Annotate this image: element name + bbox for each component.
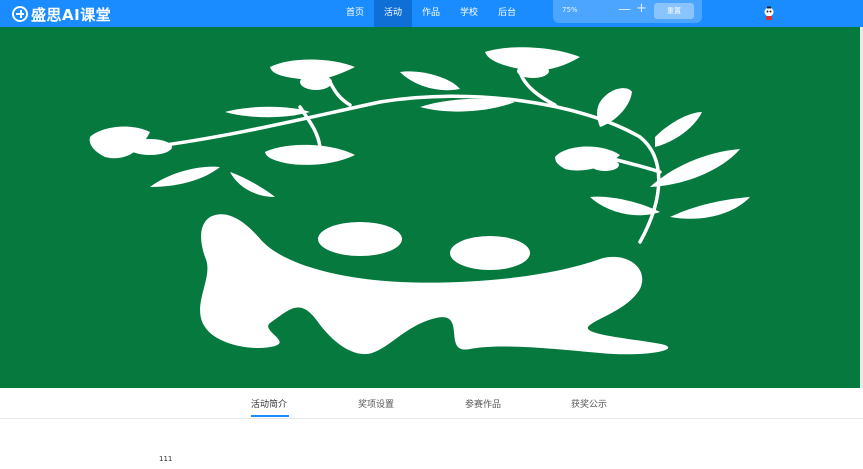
zoom-control: 75% — + 重置 — [553, 0, 702, 23]
activity-banner — [0, 27, 860, 388]
nav-item-school[interactable]: 学校 — [450, 0, 488, 27]
zoom-level: 75% — [562, 6, 578, 14]
active-tab-indicator — [251, 415, 289, 417]
nav-item-activity[interactable]: 活动 — [374, 0, 413, 27]
zoom-in-button[interactable]: + — [636, 1, 647, 16]
tab-activity-intro[interactable]: 活动简介 — [251, 397, 287, 410]
nav-item-admin[interactable]: 后台 — [488, 0, 526, 27]
avatar-icon[interactable] — [762, 6, 776, 21]
top-navigation-bar: 盛思AI课堂 首页 活动 作品 学校 后台 75% — + 重置 — [0, 0, 863, 27]
logo-text: 盛思AI课堂 — [31, 5, 112, 24]
activity-tabs: 活动简介 奖项设置 参赛作品 获奖公示 — [0, 388, 863, 419]
zoom-reset-button[interactable]: 重置 — [654, 3, 694, 19]
logo-icon — [12, 6, 28, 22]
leaf-wreath-people-emblem — [89, 47, 750, 355]
tab-winners[interactable]: 获奖公示 — [571, 397, 607, 410]
nav-item-works[interactable]: 作品 — [412, 0, 450, 27]
activity-intro-content: 111 — [159, 455, 173, 463]
zoom-out-button[interactable]: — — [618, 2, 631, 17]
tab-entries[interactable]: 参赛作品 — [465, 397, 501, 410]
nav-item-home[interactable]: 首页 — [336, 0, 374, 27]
site-logo[interactable]: 盛思AI课堂 — [12, 4, 111, 24]
tab-award-settings[interactable]: 奖项设置 — [358, 397, 394, 410]
main-nav: 首页 活动 作品 学校 后台 — [336, 0, 526, 27]
